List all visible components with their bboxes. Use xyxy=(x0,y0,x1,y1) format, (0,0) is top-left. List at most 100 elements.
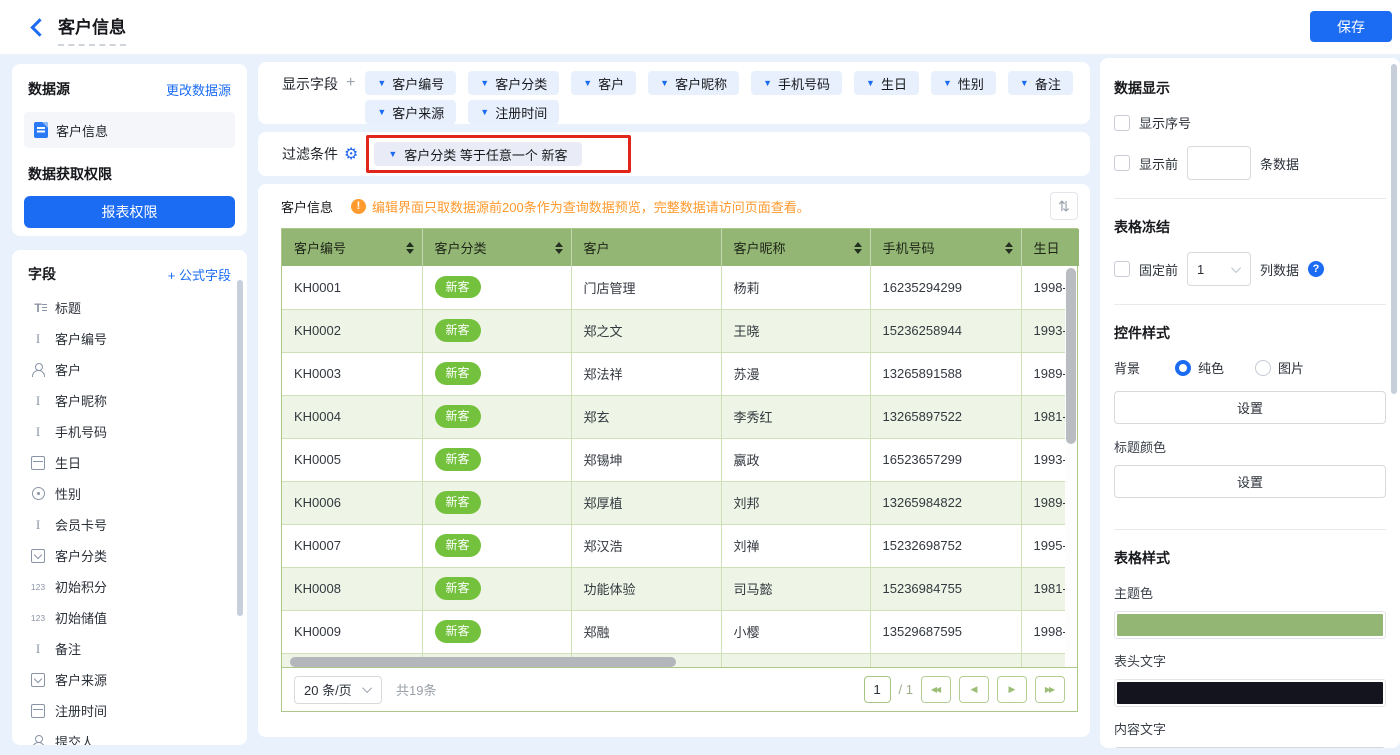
data-display-heading: 数据显示 xyxy=(1114,78,1386,98)
divider xyxy=(1114,304,1386,305)
table-row[interactable]: KH0009新客郑融小樱135296875951998-05 xyxy=(282,610,1077,653)
field-item[interactable]: 初始储值 xyxy=(24,602,235,633)
sort-order-button[interactable]: ⇅ xyxy=(1050,192,1078,220)
show-first-checkbox[interactable] xyxy=(1114,155,1130,171)
display-field-chip[interactable]: ▼客户昵称 xyxy=(648,71,739,95)
field-item[interactable]: 会员卡号 xyxy=(24,509,235,540)
field-item[interactable]: 客户编号 xyxy=(24,323,235,354)
table-row[interactable]: KH0004新客郑玄李秀红132658975221981-06 xyxy=(282,395,1077,438)
field-item[interactable]: 手机号码 xyxy=(24,416,235,447)
column-header[interactable]: 客户分类 xyxy=(422,229,571,266)
prev-page-button[interactable]: ◀ xyxy=(959,676,989,703)
add-display-field-button[interactable]: + xyxy=(346,71,355,95)
row-limit-input[interactable] xyxy=(1187,146,1251,180)
table-row[interactable]: KH0008新客功能体验司马懿152369847551981-06 xyxy=(282,567,1077,610)
display-field-chip[interactable]: ▼性别 xyxy=(931,71,996,95)
freeze-count-select[interactable]: 1 xyxy=(1187,252,1251,286)
display-field-chip[interactable]: ▼注册时间 xyxy=(468,100,559,124)
image-radio[interactable] xyxy=(1255,360,1271,376)
field-item[interactable]: 客户 xyxy=(24,354,235,385)
field-item[interactable]: 备注 xyxy=(24,633,235,664)
add-formula-field-link[interactable]: + 公式字段 xyxy=(168,265,231,284)
display-field-chip[interactable]: ▼客户分类 xyxy=(468,71,559,95)
status-badge: 新客 xyxy=(435,362,481,384)
table-row[interactable]: KH0007新客郑汉浩刘禅152326987521995-01 xyxy=(282,524,1077,567)
filter-label: 过滤条件 xyxy=(282,141,338,167)
last-page-button[interactable]: ▶▶ xyxy=(1035,676,1065,703)
field-item[interactable]: 标题 xyxy=(24,292,235,323)
background-set-button[interactable]: 设置 xyxy=(1114,391,1386,424)
table-cell: 郑融 xyxy=(571,610,721,653)
help-icon[interactable]: ? xyxy=(1308,261,1324,277)
sort-icon[interactable] xyxy=(555,242,563,254)
freeze-columns-checkbox[interactable] xyxy=(1114,261,1130,277)
table-row[interactable]: KH0003新客郑法祥苏漫132658915881989-11 xyxy=(282,352,1077,395)
report-permission-button[interactable]: 报表权限 xyxy=(24,196,235,228)
display-field-chip[interactable]: ▼手机号码 xyxy=(751,71,842,95)
field-item[interactable]: 客户分类 xyxy=(24,540,235,571)
table-cell: 13265897522 xyxy=(870,395,1021,438)
gear-icon[interactable]: ⚙ xyxy=(344,144,358,164)
select-icon xyxy=(30,672,46,688)
table-row[interactable]: KH0006新客郑厚植刘邦132659848221989-11 xyxy=(282,481,1077,524)
filter-condition-chip[interactable]: ▼ 客户分类 等于任意一个 新客 xyxy=(374,142,581,166)
chevron-down-icon xyxy=(362,683,372,693)
display-field-chip[interactable]: ▼生日 xyxy=(854,71,919,95)
table-row[interactable]: KH0001新客门店管理杨莉162352942991998-05 xyxy=(282,266,1077,309)
display-field-chip[interactable]: ▼客户 xyxy=(571,71,636,95)
table-row[interactable]: KH0005新客郑锡坤嬴政165236572991993-08 xyxy=(282,438,1077,481)
save-button[interactable]: 保存 xyxy=(1310,11,1392,42)
datasource-item[interactable]: 客户信息 xyxy=(24,112,235,148)
solid-color-radio[interactable] xyxy=(1175,360,1191,376)
sort-icon[interactable] xyxy=(406,242,414,254)
field-item[interactable]: 注册时间 xyxy=(24,695,235,726)
show-index-checkbox[interactable] xyxy=(1114,115,1130,131)
sort-icon[interactable] xyxy=(854,242,862,254)
field-item-label: 性别 xyxy=(55,484,81,503)
next-page-button[interactable]: ▶ xyxy=(997,676,1027,703)
theme-color-swatch[interactable] xyxy=(1114,611,1386,639)
table-body: KH0001新客门店管理杨莉162352942991998-05KH0002 新客… xyxy=(282,266,1077,669)
table-cell: KH0002 xyxy=(282,309,422,352)
display-field-chip[interactable]: ▼客户编号 xyxy=(365,71,456,95)
category-cell: 新客 xyxy=(422,610,571,653)
chip-label: 客户分类 xyxy=(495,74,547,93)
column-header[interactable]: 客户昵称 xyxy=(721,229,870,266)
table-vertical-scrollbar[interactable] xyxy=(1065,266,1077,669)
text-icon xyxy=(30,331,46,347)
field-item[interactable]: 提交人 xyxy=(24,726,235,745)
page-number-input[interactable] xyxy=(864,676,891,703)
title-color-set-button[interactable]: 设置 xyxy=(1114,465,1386,498)
settings-scrollbar[interactable] xyxy=(1391,64,1397,394)
header-text-color-swatch[interactable] xyxy=(1114,679,1386,707)
field-item[interactable]: 客户昵称 xyxy=(24,385,235,416)
column-header[interactable]: 手机号码 xyxy=(870,229,1021,266)
chip-label: 备注 xyxy=(1035,74,1061,93)
field-item[interactable]: 生日 xyxy=(24,447,235,478)
page-size-select[interactable]: 20 条/页 xyxy=(294,676,382,704)
fields-scrollbar[interactable] xyxy=(237,280,243,616)
column-header[interactable]: 客户编号 xyxy=(282,229,422,266)
status-badge: 新客 xyxy=(435,319,481,341)
table-cell: KH0001 xyxy=(282,266,422,309)
table-row[interactable]: KH0002新客郑之文王晓152362589441993-08 xyxy=(282,309,1077,352)
table-cell: KH0003 xyxy=(282,352,422,395)
field-item-label: 客户分类 xyxy=(55,546,107,565)
field-item[interactable]: 性别 xyxy=(24,478,235,509)
back-icon[interactable] xyxy=(28,17,48,37)
display-field-chip[interactable]: ▼客户来源 xyxy=(365,100,456,124)
content-text-set-button[interactable]: 设置 xyxy=(1114,747,1386,748)
change-datasource-link[interactable]: 更改数据源 xyxy=(166,80,231,99)
column-header-label: 客户分类 xyxy=(435,238,487,257)
status-badge: 新客 xyxy=(435,534,481,556)
first-page-button[interactable]: ◀◀ xyxy=(921,676,951,703)
divider xyxy=(1114,529,1386,530)
chevron-down-icon: ▼ xyxy=(583,79,592,88)
display-field-chip[interactable]: ▼备注 xyxy=(1008,71,1073,95)
field-item-label: 客户来源 xyxy=(55,670,107,689)
field-item[interactable]: 客户来源 xyxy=(24,664,235,695)
table-cell: 李秀红 xyxy=(721,395,870,438)
field-item[interactable]: 初始积分 xyxy=(24,571,235,602)
solid-color-label: 纯色 xyxy=(1198,358,1224,377)
sort-icon[interactable] xyxy=(1005,242,1013,254)
